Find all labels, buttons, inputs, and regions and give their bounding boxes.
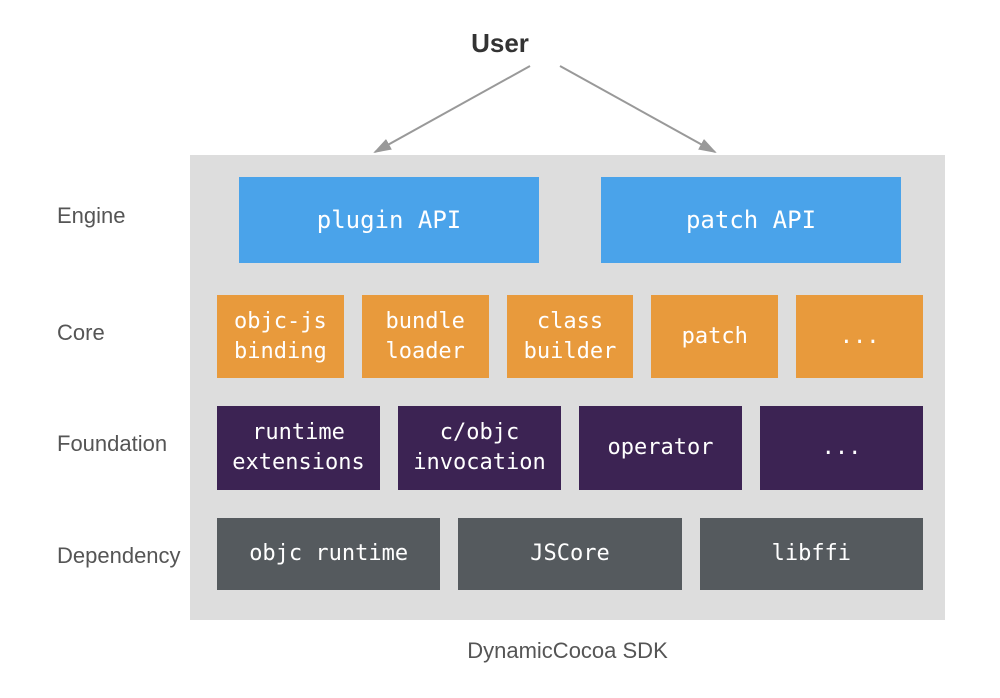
row-label-core: Core [55, 277, 195, 388]
row-label-engine: Engine [55, 155, 195, 277]
row-label-foundation: Foundation [55, 388, 195, 499]
block-bundle-loader: bundleloader [362, 295, 489, 378]
block-jscore: JSCore [458, 518, 681, 590]
block-core-more: ... [796, 295, 923, 378]
row-label-dependency: Dependency [55, 500, 195, 612]
block-patch-api: patch API [601, 177, 901, 263]
user-label: User [0, 28, 1000, 59]
block-libffi: libffi [700, 518, 923, 590]
block-plugin-api: plugin API [239, 177, 539, 263]
diagram-main: Engine plugin API patch API Core objc-js… [55, 155, 945, 612]
block-objc-js-binding: objc-jsbinding [217, 295, 344, 378]
row-dependency: Dependency objc runtime JSCore libffi [55, 500, 945, 612]
block-class-builder: classbuilder [507, 295, 634, 378]
block-c-objc-invocation: c/objcinvocation [398, 406, 561, 489]
row-engine: Engine plugin API patch API [55, 155, 945, 277]
block-foundation-more: ... [760, 406, 923, 489]
block-operator: operator [579, 406, 742, 489]
block-objc-runtime: objc runtime [217, 518, 440, 590]
row-core: Core objc-jsbinding bundleloader classbu… [55, 277, 945, 388]
block-runtime-extensions: runtimeextensions [217, 406, 380, 489]
row-foundation: Foundation runtimeextensions c/objcinvoc… [55, 388, 945, 499]
arrows-icon [0, 58, 1000, 158]
footer-label: DynamicCocoa SDK [190, 638, 945, 664]
block-patch: patch [651, 295, 778, 378]
